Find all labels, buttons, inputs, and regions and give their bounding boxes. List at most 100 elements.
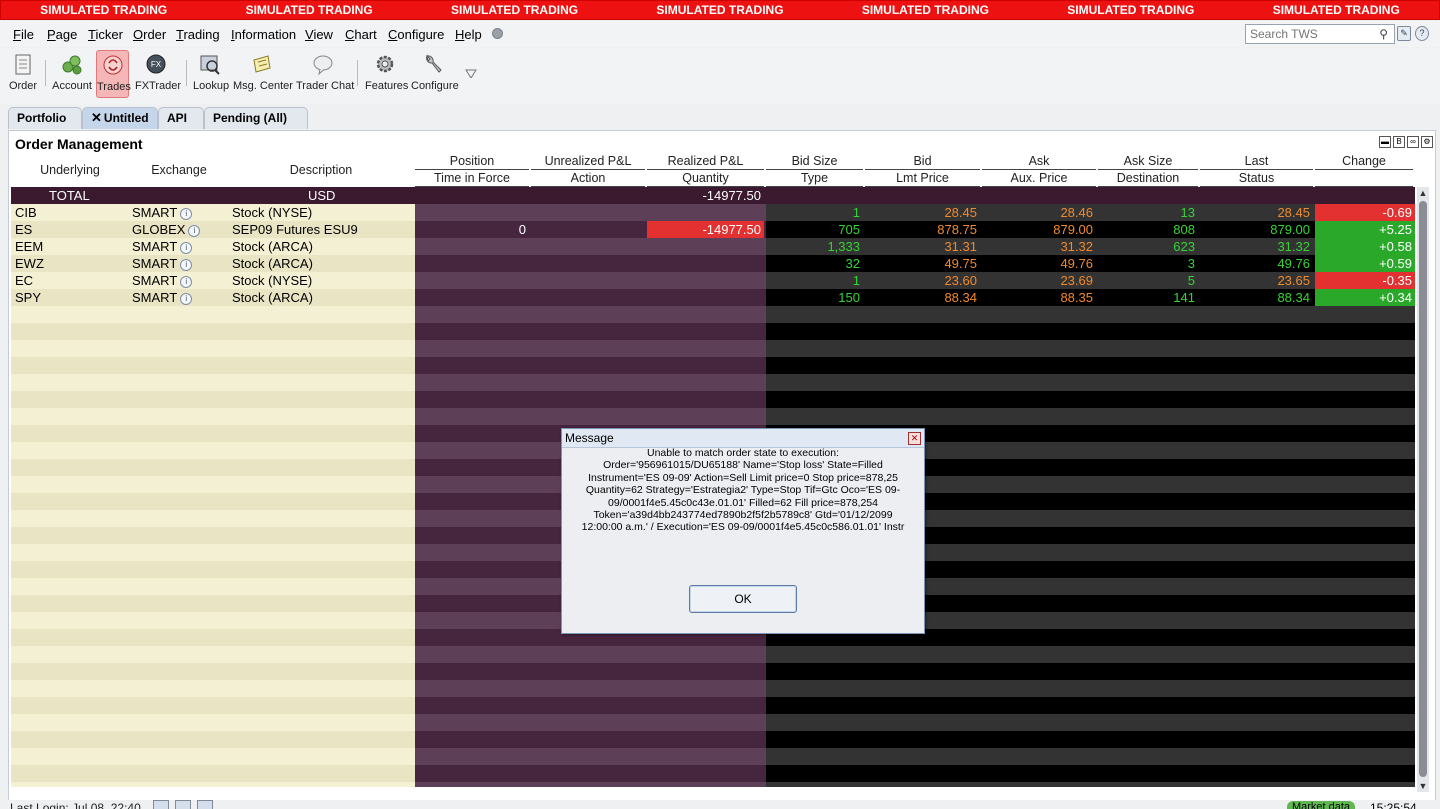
exchange-info-icon[interactable]: i: [180, 208, 193, 220]
scroll-down-icon[interactable]: ▼: [1417, 780, 1429, 792]
column-header-realized[interactable]: Realized P&L Quantity: [647, 153, 764, 187]
column-header-position[interactable]: Position Time in Force: [415, 153, 529, 187]
scroll-thumb[interactable]: [1419, 201, 1427, 777]
exchange-info-icon[interactable]: i: [180, 276, 193, 288]
column-header-bid-size[interactable]: Bid Size Type: [766, 153, 863, 187]
header-aux-price-label: Aux. Price: [982, 170, 1096, 187]
minimize-icon[interactable]: ▬: [1379, 136, 1391, 148]
table-row[interactable]: ES GLOBEX i SEP09 Futures ESU9 0 -14977.50 705…: [11, 221, 1415, 238]
menu-trading[interactable]: Trading: [176, 27, 220, 42]
header-type-label: Type: [766, 170, 863, 187]
row-contract-zone: [11, 238, 415, 255]
menu-view[interactable]: View: [305, 27, 333, 42]
trades-button[interactable]: Trades: [96, 50, 131, 98]
column-header-exchange[interactable]: Exchange: [129, 153, 229, 187]
row-pnl-zone: [415, 255, 766, 272]
configure-button[interactable]: Configure: [411, 50, 459, 98]
market-data-badge[interactable]: Market data: [1287, 801, 1355, 809]
table-row[interactable]: SPY SMART i Stock (ARCA) 150 88.34 88.35 141 88.…: [11, 289, 1415, 306]
tab-api[interactable]: API: [158, 107, 204, 129]
menu-order[interactable]: Order: [133, 27, 166, 42]
row-contract-zone: [11, 561, 415, 578]
account-button[interactable]: Account: [52, 50, 92, 98]
link-icon[interactable]: ∞: [1407, 136, 1419, 148]
row-pnl-zone: [415, 272, 766, 289]
menu-page[interactable]: Page: [47, 27, 77, 42]
calendar-icon[interactable]: [175, 800, 191, 809]
lookup-button[interactable]: Lookup: [193, 50, 229, 98]
column-header-change[interactable]: Change: [1315, 153, 1413, 187]
help-icon[interactable]: ?: [1415, 26, 1429, 41]
menu-file[interactable]: File: [13, 27, 34, 42]
row-contract-zone: [11, 408, 415, 425]
ok-button[interactable]: OK: [689, 585, 797, 613]
close-icon[interactable]: ✕: [908, 432, 921, 445]
menu-configure[interactable]: Configure: [388, 27, 444, 42]
cell-bid-size: 1: [852, 205, 860, 220]
column-header-description[interactable]: Description: [229, 153, 413, 187]
empty-row: [11, 748, 1415, 765]
settings-icon[interactable]: ⚙: [1421, 136, 1433, 148]
table-row[interactable]: EC SMART i Stock (NYSE) 1 23.60 23.69 5 23.65 -0.…: [11, 272, 1415, 289]
exchange-info-icon[interactable]: i: [180, 242, 193, 254]
cell-bid: 878.75: [937, 222, 977, 237]
column-header-last[interactable]: Last Status: [1200, 153, 1313, 187]
column-header-unrealized[interactable]: Unrealized P&L Action: [531, 153, 645, 187]
svg-text:FX: FX: [151, 60, 162, 69]
cell-last: 28.45: [1277, 205, 1310, 220]
row-contract-zone: [11, 680, 415, 697]
notes-icon[interactable]: ✎: [1397, 26, 1411, 41]
row-quote-zone: [766, 646, 1415, 663]
trades-icon: [103, 55, 122, 75]
order-button[interactable]: Order: [8, 50, 38, 98]
search-box[interactable]: ⚲: [1245, 24, 1395, 44]
table-row[interactable]: EEM SMART i Stock (ARCA) 1,333 31.31 31.32 623 3…: [11, 238, 1415, 255]
msg-center-button[interactable]: Msg. Center: [233, 50, 293, 98]
table-row[interactable]: EWZ SMART i Stock (ARCA) 32 49.75 49.76 3 49.76 +…: [11, 255, 1415, 272]
scroll-up-icon[interactable]: ▲: [1417, 187, 1429, 199]
column-header-bid[interactable]: Bid Lmt Price: [865, 153, 980, 187]
menu-chart[interactable]: Chart: [345, 27, 377, 42]
menu-help[interactable]: Help: [455, 27, 482, 42]
header-change-label: Change: [1315, 153, 1413, 170]
table-row[interactable]: CIB SMART i Stock (NYSE) 1 28.45 28.46 13 28.45-…: [11, 204, 1415, 221]
header-change-empty: [1315, 170, 1413, 187]
search-icon[interactable]: ⚲: [1379, 27, 1388, 41]
tab-portfolio[interactable]: Portfolio: [8, 107, 82, 129]
menu-extra-icon[interactable]: [492, 28, 503, 39]
tab-pending-all[interactable]: Pending (All): [204, 107, 308, 129]
cell-ask-size: 623: [1173, 239, 1195, 254]
search-input[interactable]: [1246, 25, 1366, 43]
cell-bid: 28.45: [944, 205, 977, 220]
exchange-info-icon[interactable]: i: [180, 293, 193, 305]
fxtrader-button[interactable]: FX FXTrader: [135, 50, 181, 98]
total-row[interactable]: TOTAL USD -14977.50: [11, 187, 1415, 204]
cell-ask: 31.32: [1060, 239, 1093, 254]
menu-information[interactable]: Information: [231, 27, 296, 42]
row-quote-zone: [766, 680, 1415, 697]
bold-b-icon[interactable]: B: [1393, 136, 1405, 148]
cell-change: +5.25: [1315, 221, 1415, 238]
menu-ticker[interactable]: Ticker: [88, 27, 123, 42]
layout-icon[interactable]: [153, 800, 169, 809]
vertical-scrollbar[interactable]: ▲ ▼: [1417, 187, 1429, 792]
info-icon[interactable]: [197, 800, 213, 809]
row-quote-zone: [766, 357, 1415, 374]
column-header-underlying[interactable]: Underlying: [11, 153, 129, 187]
cell-underlying: EC: [15, 273, 34, 288]
features-button[interactable]: Features: [365, 50, 408, 98]
close-tab-icon[interactable]: ✕: [91, 110, 102, 125]
cell-description: SEP09 Futures ESU9: [232, 222, 358, 237]
total-realized-pnl: -14977.50: [702, 188, 761, 203]
toolbar-overflow-button[interactable]: [463, 50, 479, 98]
message-dialog: Message ✕ Unable to match order state to…: [561, 428, 925, 634]
total-currency: USD: [308, 188, 336, 203]
exchange-info-icon[interactable]: i: [188, 225, 201, 237]
trader-chat-button[interactable]: Trader Chat: [296, 50, 354, 98]
exchange-info-icon[interactable]: i: [180, 259, 193, 271]
column-header-ask-size[interactable]: Ask Size Destination: [1098, 153, 1198, 187]
tab-untitled[interactable]: ✕ Untitled: [82, 107, 158, 129]
dialog-line: Quantity=62 Strategy='Estrategia2' Type=…: [585, 484, 901, 497]
column-header-ask[interactable]: Ask Aux. Price: [982, 153, 1096, 187]
dialog-message: Unable to match order state to execution…: [566, 447, 920, 534]
